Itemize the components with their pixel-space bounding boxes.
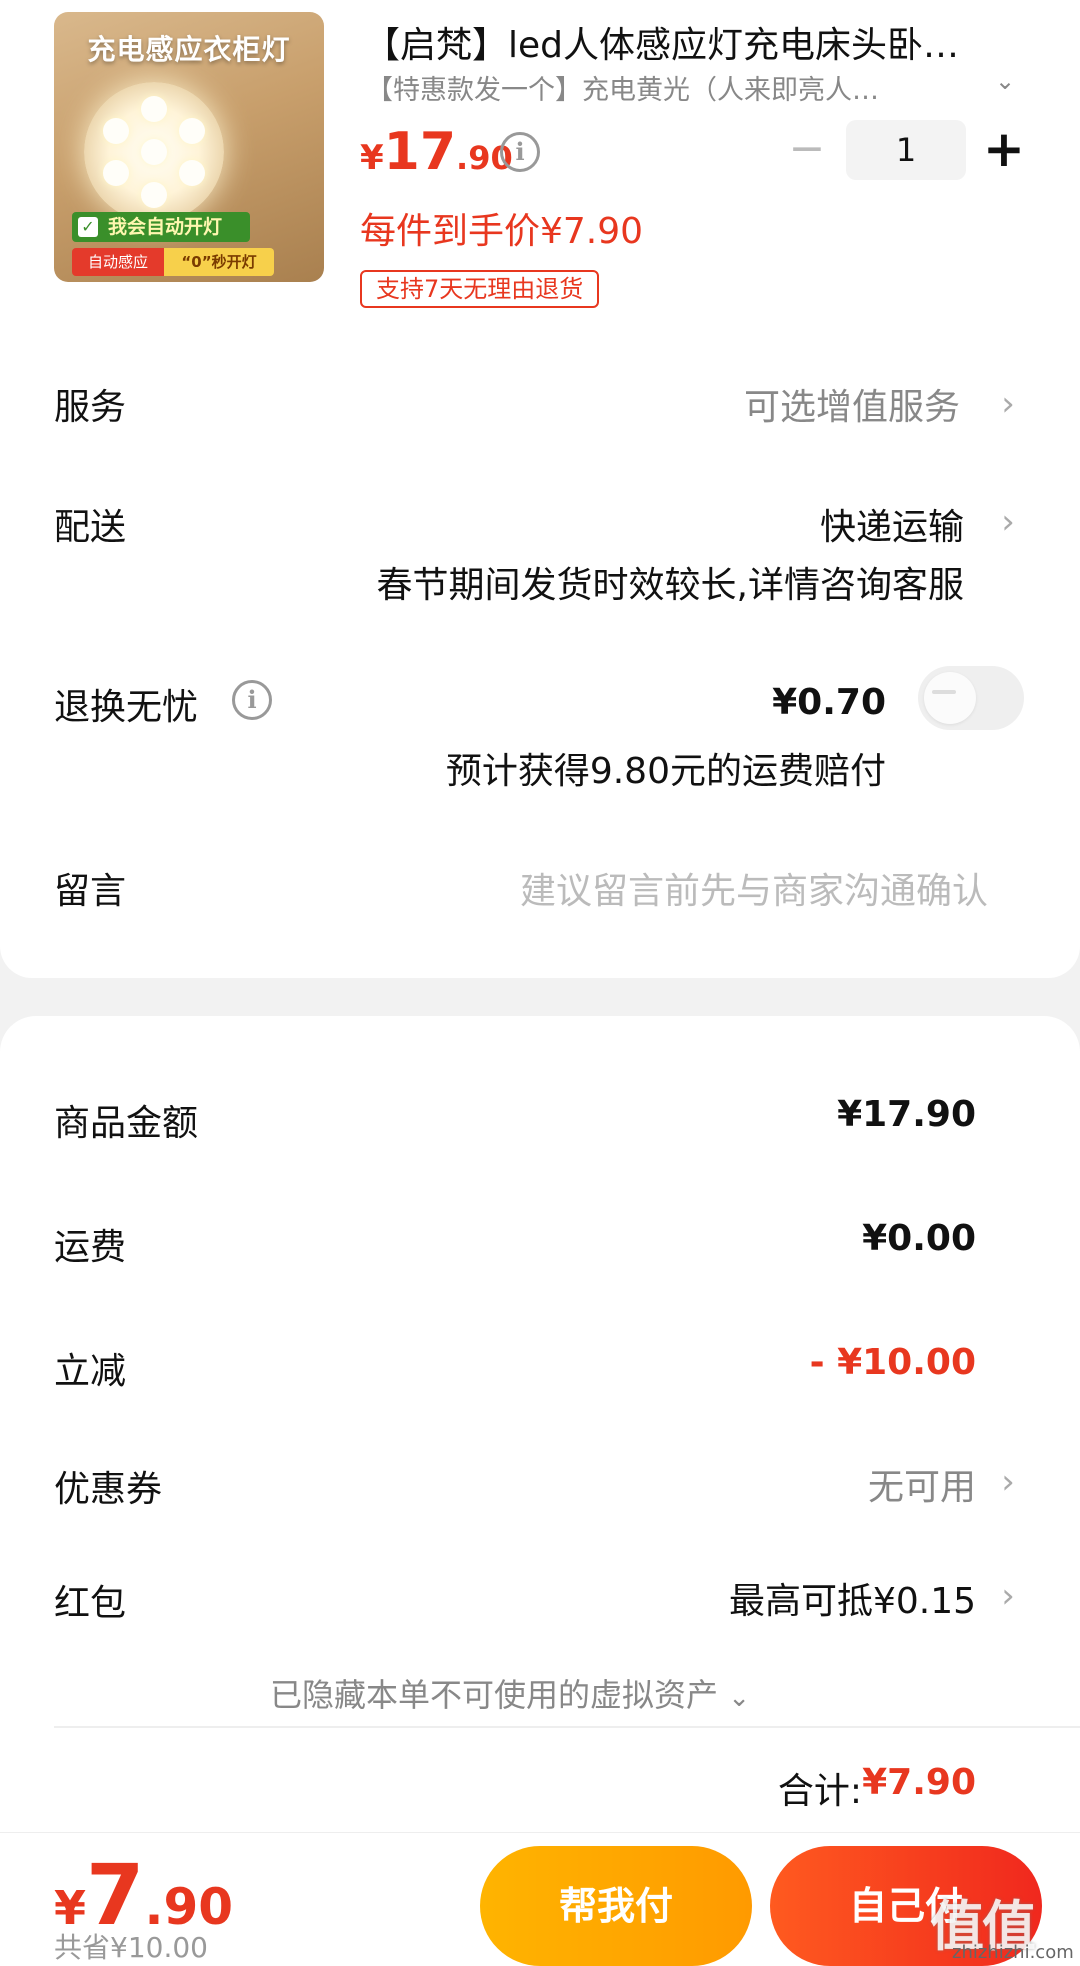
goods-amount-value: ¥17.90 [837,1094,976,1135]
quantity-plus-button[interactable]: + [980,124,1028,176]
unit-price: ¥17.90 [360,122,513,182]
product-title[interactable]: 【启梵】led人体感应灯充电床头卧… [364,16,1004,68]
image-badge-auto: ✓ 我会自动开灯 [72,212,250,242]
watermark-url: zhizhizhi.com [952,1942,1074,1963]
return-info-icon[interactable]: i [232,680,272,720]
chevron-right-icon[interactable]: › [996,1576,1020,1616]
chevron-down-icon[interactable]: ⌄ [990,66,1020,96]
product-image[interactable]: 充电感应衣柜灯 ✓ 我会自动开灯 自动感应 “0”秒开灯 [54,12,324,282]
help-me-pay-button[interactable]: 帮我付 [480,1846,752,1966]
delivery-note: 春节期间发货时效较长,详情咨询客服 [376,565,964,606]
shipping-label: 运费 [54,1227,127,1268]
chevron-right-icon[interactable]: › [996,384,1020,424]
check-icon: ✓ [78,217,98,237]
return-worry-label: 退换无忧 [54,687,199,728]
red-packet-value[interactable]: 最高可抵¥0.15 [729,1572,976,1624]
goods-amount-label: 商品金额 [54,1103,199,1144]
image-badge-instant: “0”秒开灯 [164,248,274,276]
return-policy-tag: 支持7天无理由退货 [360,270,600,308]
shipping-value: ¥0.00 [862,1218,976,1259]
chevron-right-icon[interactable]: › [996,502,1020,542]
return-worry-note: 预计获得9.80元的运费赔付 [445,751,886,792]
image-badge-sensor: 自动感应 [72,248,164,276]
delivery-label: 配送 [54,507,127,548]
total-value: ¥7.90 [862,1762,976,1803]
chevron-down-icon: ⌄ [728,1683,750,1713]
coupon-value[interactable]: 无可用 [868,1458,976,1510]
message-input[interactable]: 建议留言前先与商家沟通确认 [520,862,988,914]
product-spec[interactable]: 【特惠款发一个】充电黄光（人来即亮人… [366,68,932,107]
minus-icon [932,690,956,694]
discount-label: 立减 [54,1351,127,1392]
price-info-icon[interactable]: i [500,132,540,172]
deal-price: 每件到手价¥7.90 [360,211,644,252]
return-worry-toggle[interactable] [918,666,1024,730]
hidden-assets-toggle[interactable]: 已隐藏本单不可使用的虚拟资产 ⌄ [270,1670,750,1716]
service-label: 服务 [54,387,127,428]
service-value[interactable]: 可选增值服务 [744,378,960,430]
coupon-label: 优惠券 [54,1469,163,1510]
saved-amount: 共省¥10.00 [54,1931,208,1964]
delivery-value[interactable]: 快递运输 [820,498,964,550]
total-label: 合计: [777,1771,862,1812]
quantity-input[interactable]: 1 [846,120,966,180]
chevron-right-icon[interactable]: › [996,1462,1020,1502]
discount-value: - ¥10.00 [809,1342,976,1383]
return-worry-price: ¥0.70 [772,682,886,723]
image-title: 充电感应衣柜灯 [87,33,291,66]
lamp-illustration [84,82,224,222]
red-packet-label: 红包 [54,1583,127,1624]
quantity-minus-button[interactable]: − [786,127,828,172]
divider [54,1726,1080,1728]
toggle-knob [924,672,976,724]
message-label: 留言 [54,871,127,912]
